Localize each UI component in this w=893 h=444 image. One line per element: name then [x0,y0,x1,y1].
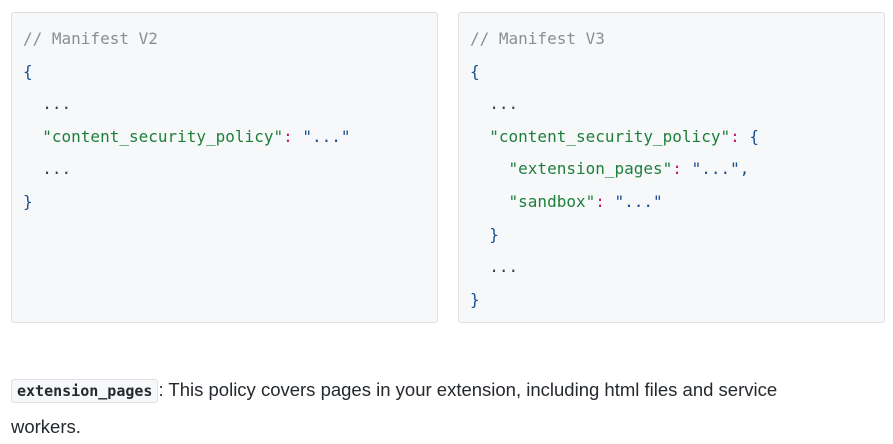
code-line: ... [470,257,884,290]
code-line: // Manifest V3 [470,29,884,62]
code-line: "content_security_policy": "..." [23,127,437,160]
code-line: // Manifest V2 [23,29,437,62]
code-block-manifest-v3: // Manifest V3 { ... "content_security_p… [458,12,885,323]
code-line: "sandbox": "..." [470,192,884,225]
json-colon: : [595,191,605,211]
json-colon: : [730,126,740,146]
json-value: "..." [302,126,351,146]
code-block-manifest-v2: // Manifest V2 { ... "content_security_p… [11,12,438,323]
code-line: "extension_pages": "...", [470,159,884,192]
open-brace: { [749,126,760,146]
code-line: "content_security_policy": { [470,127,884,160]
json-value: "..." [614,191,663,211]
close-brace: } [470,289,480,309]
code-line: { [23,62,437,95]
comma: , [739,159,750,179]
code-line: } [470,225,884,258]
open-brace: { [23,61,33,81]
code-line: } [470,290,884,323]
code-line: } [23,192,437,225]
json-key: "content_security_policy" [42,126,284,146]
close-brace: } [489,224,499,244]
ellipsis: ... [489,94,519,114]
json-key: "extension_pages" [508,159,673,179]
code-line: { [470,62,884,95]
code-line: ... [23,159,437,192]
json-colon: : [283,126,293,146]
ellipsis: ... [42,159,72,179]
description-paragraph: extension_pages: This policy covers page… [11,372,851,444]
json-key: "content_security_policy" [489,126,731,146]
open-brace: { [470,61,480,81]
close-brace: } [23,191,33,211]
json-colon: : [672,159,682,179]
ellipsis: ... [489,257,519,277]
code-comment: // Manifest V3 [470,29,605,48]
inline-code-extension-pages: extension_pages [11,379,159,403]
json-value: "..." [691,159,740,179]
code-line: ... [23,94,437,127]
code-comment: // Manifest V2 [23,29,158,48]
code-line: ... [470,94,884,127]
ellipsis: ... [42,94,72,114]
json-key: "sandbox" [508,191,596,211]
